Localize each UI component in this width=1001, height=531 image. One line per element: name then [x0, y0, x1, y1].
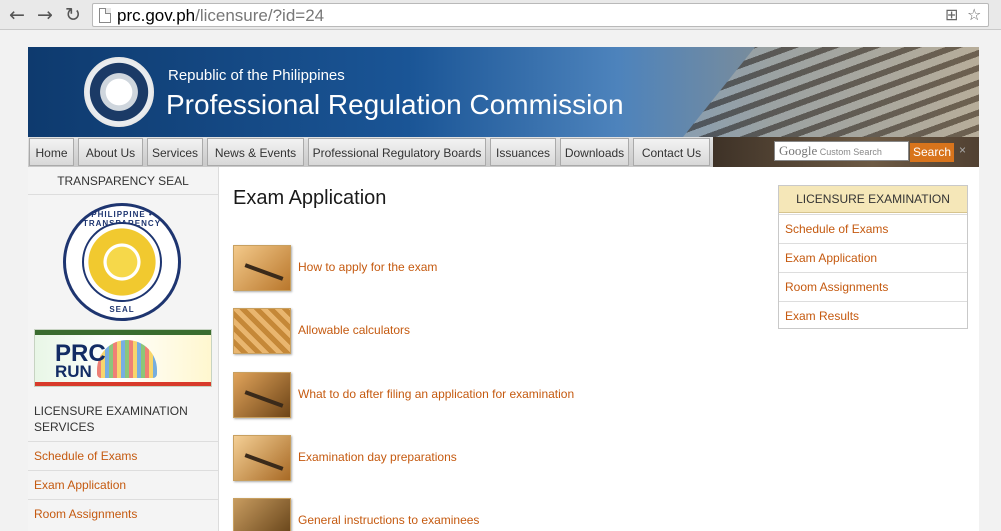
left-sidebar: TRANSPARENCY SEAL PHILIPPINE • TRANSPARE… — [28, 167, 219, 531]
address-bar[interactable]: prc.gov.ph/licensure/?id=24 ⊞ ☆ — [92, 3, 989, 27]
banner-line-2: RUN — [55, 362, 92, 381]
nav-downloads[interactable]: Downloads — [560, 138, 629, 166]
nav-news-events[interactable]: News & Events — [207, 138, 304, 166]
item-link[interactable]: Allowable calculators — [298, 323, 410, 337]
reload-icon[interactable]: ↻ — [62, 4, 84, 26]
transparency-seal-image[interactable]: PHILIPPINE • TRANSPARENCY SEAL — [63, 203, 181, 321]
nav-issuances[interactable]: Issuances — [490, 138, 556, 166]
prc-logo[interactable] — [84, 57, 154, 127]
star-icon[interactable]: ☆ — [967, 6, 981, 24]
right-sidebar: LICENSURE EXAMINATION Schedule of Exams … — [778, 185, 968, 329]
site-header: Republic of the Philippines Professional… — [28, 47, 979, 137]
banner-line-1: PRC — [55, 340, 106, 367]
header-subtitle: Republic of the Philippines — [168, 67, 345, 84]
seal-bottom-text: SEAL — [109, 305, 135, 314]
site-container: Republic of the Philippines Professional… — [28, 47, 979, 531]
forward-arrow-icon[interactable]: → — [34, 4, 56, 26]
sun-emblem-icon — [82, 222, 162, 302]
licensure-services-title: LICENSURE EXAMINATION SERVICES — [34, 404, 188, 434]
item-link[interactable]: Examination day preparations — [298, 450, 457, 464]
search-button[interactable]: Search — [910, 143, 954, 162]
search-input[interactable]: Google Custom Search — [774, 141, 909, 161]
page-title: Exam Application — [233, 187, 387, 209]
item-link[interactable]: General instructions to examinees — [298, 513, 479, 527]
nav-contact-us[interactable]: Contact Us — [633, 138, 710, 166]
item-link[interactable]: What to do after filing an application f… — [298, 387, 574, 401]
pen-thumbnail — [233, 435, 291, 481]
writing-thumbnail — [233, 372, 291, 418]
side-link-room-assignments[interactable]: Room Assignments — [28, 499, 218, 528]
pen-thumbnail — [233, 245, 291, 291]
nav-about-us[interactable]: About Us — [78, 138, 143, 166]
nav-home[interactable]: Home — [29, 138, 74, 166]
transparency-seal-title: TRANSPARENCY SEAL — [28, 167, 218, 195]
item-link[interactable]: How to apply for the exam — [298, 260, 437, 274]
licensure-examination-title: LICENSURE EXAMINATION — [779, 186, 967, 213]
side-link-exam-application[interactable]: Exam Application — [28, 470, 218, 499]
runners-graphic — [97, 340, 157, 378]
clear-search-icon[interactable]: × — [959, 143, 966, 157]
prc-run-banner[interactable]: PRC RUN — [34, 329, 212, 387]
calculator-thumbnail — [233, 308, 291, 354]
right-link-room-assignments[interactable]: Room Assignments — [779, 272, 967, 301]
translate-icon[interactable]: ⊞ — [945, 6, 958, 24]
nav-services[interactable]: Services — [147, 138, 203, 166]
side-link-schedule-of-exams[interactable]: Schedule of Exams — [28, 441, 218, 470]
google-logo: Google — [779, 143, 818, 158]
url-text: prc.gov.ph/licensure/?id=24 — [117, 6, 325, 25]
search-placeholder: Custom Search — [819, 147, 882, 157]
right-link-schedule-of-exams[interactable]: Schedule of Exams — [779, 214, 967, 243]
right-link-exam-application[interactable]: Exam Application — [779, 243, 967, 272]
nav-professional-regulatory-boards[interactable]: Professional Regulatory Boards — [308, 138, 486, 166]
right-link-exam-results[interactable]: Exam Results — [779, 301, 967, 330]
page-icon — [99, 8, 111, 23]
browser-toolbar: ← → ↻ prc.gov.ph/licensure/?id=24 ⊞ ☆ — [0, 0, 1001, 30]
header-title: Professional Regulation Commission — [166, 89, 624, 120]
document-thumbnail — [233, 498, 291, 531]
building-photo — [659, 47, 979, 137]
back-arrow-icon[interactable]: ← — [6, 4, 28, 26]
